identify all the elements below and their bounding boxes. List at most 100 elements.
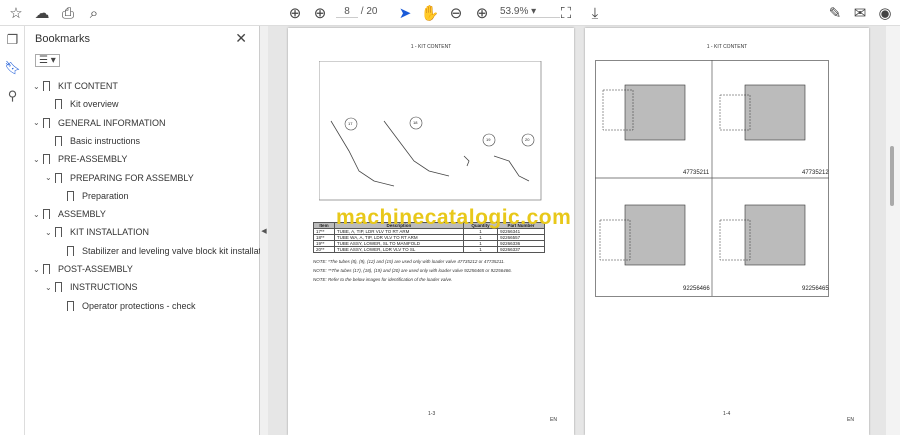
valve-label-3: 92256466 bbox=[683, 286, 710, 292]
upload-cloud-icon[interactable]: ☁ bbox=[32, 3, 52, 23]
page-footer-lang: EN bbox=[847, 417, 854, 423]
valve-label-4: 92256465 bbox=[802, 286, 829, 292]
bookmark-item[interactable]: ⌄ KIT INSTALLATION bbox=[45, 227, 150, 238]
page-number-input[interactable] bbox=[336, 6, 358, 18]
bookmarks-icon[interactable]: 🔖︎ bbox=[0, 54, 25, 82]
page-header: 1 - KIT CONTENT bbox=[706, 44, 748, 50]
chevron-down-icon[interactable]: ⌄ bbox=[33, 210, 43, 219]
bookmark-label: GENERAL INFORMATION bbox=[58, 117, 166, 128]
page-total: / 20 bbox=[360, 6, 378, 17]
bookmark-item[interactable]: Basic instructions bbox=[45, 135, 141, 146]
bookmark-label: Stabilizer and leveling valve block kit … bbox=[82, 245, 274, 256]
collapse-panel-handle[interactable]: ◀ bbox=[260, 26, 268, 435]
bookmark-label: POST-ASSEMBLY bbox=[58, 264, 133, 274]
scroll-mode-icon[interactable]: ⤓ bbox=[585, 3, 605, 23]
print-icon[interactable]: ⎙ bbox=[58, 3, 78, 23]
bookmark-star-icon[interactable]: ☆ bbox=[6, 3, 26, 23]
zoom-select[interactable]: 53.9% ▾ bbox=[500, 6, 560, 18]
valve-images-grid bbox=[595, 60, 829, 297]
bookmark-icon bbox=[55, 99, 62, 110]
chevron-down-icon[interactable]: ⌄ bbox=[45, 173, 55, 182]
bookmark-label: KIT INSTALLATION bbox=[70, 227, 150, 238]
page-footer: 1-4 bbox=[723, 411, 731, 417]
bookmark-item[interactable]: ⌄ KIT CONTENT bbox=[33, 81, 118, 91]
bookmark-icon bbox=[43, 117, 50, 128]
table-cell: TUBE ASSY, LOWER, LDR VLV TO SL bbox=[333, 246, 464, 253]
bookmark-item[interactable]: ⌄ ASSEMBLY bbox=[33, 209, 106, 220]
callout-19: 19 bbox=[486, 137, 491, 142]
bookmark-label: Kit overview bbox=[70, 99, 119, 110]
sign-icon[interactable]: ✎ bbox=[825, 3, 845, 23]
attachment-icon[interactable]: ⚲ bbox=[0, 82, 25, 110]
chevron-down-icon[interactable]: ⌄ bbox=[33, 82, 43, 91]
fit-page-icon[interactable]: ⛶ bbox=[556, 3, 576, 23]
bookmark-label: PREPARING FOR ASSEMBLY bbox=[70, 172, 194, 183]
bookmark-item[interactable]: ⌄ INSTRUCTIONS bbox=[45, 282, 138, 293]
bookmark-icon bbox=[43, 209, 50, 220]
table-row: 20** TUBE ASSY, LOWER, LDR VLV TO SL 1 9226… bbox=[313, 246, 545, 253]
bookmark-label: Preparation bbox=[82, 190, 129, 201]
chevron-down-icon[interactable]: ⌄ bbox=[33, 118, 43, 127]
page-header: 1 - KIT CONTENT bbox=[410, 44, 452, 50]
chevron-down-icon[interactable]: ⌄ bbox=[45, 283, 55, 292]
bookmark-label: INSTRUCTIONS bbox=[70, 282, 138, 293]
bookmark-icon bbox=[67, 300, 74, 311]
bookmark-icon bbox=[55, 282, 62, 293]
note-1: NOTE: *The tubes (8), (9), (12) and (15)… bbox=[313, 259, 505, 264]
toolbar: ☆ ☁ ⎙ ⌕ ⊕ ⊕ / 20 ➤ ✋ ⊖ ⊕ 53.9% ▾ ⛶ ⤓ ✎ ✉… bbox=[0, 0, 900, 26]
page-1-3: 1 - KIT CONTENT 17 18 19 20 Item Descript… bbox=[288, 28, 574, 435]
bookmark-label: Basic instructions bbox=[70, 135, 141, 146]
callout-18: 18 bbox=[413, 120, 418, 125]
bookmark-item[interactable]: Stabilizer and leveling valve block kit … bbox=[57, 245, 274, 256]
tubes-illustration bbox=[319, 61, 542, 201]
hand-tool-icon[interactable]: ✋ bbox=[420, 3, 440, 23]
watermark: machinecatalogic.com bbox=[336, 206, 572, 229]
left-rail: ❐ 🔖︎ ⚲ bbox=[0, 26, 25, 435]
bookmark-item[interactable]: Operator protections - check bbox=[57, 300, 196, 311]
bookmarks-panel: Bookmarks ✕ ☰ ▾ ⌄ KIT CONTENT Kit overview… bbox=[25, 26, 273, 435]
page-footer: 1-3 bbox=[428, 411, 436, 417]
bookmark-label: PRE-ASSEMBLY bbox=[58, 154, 128, 165]
table-cell: 92266337 bbox=[497, 246, 545, 253]
previous-page-button[interactable]: ⊕ bbox=[285, 3, 305, 23]
bookmark-icon bbox=[55, 172, 62, 183]
bookmark-label: Operator protections - check bbox=[82, 300, 196, 311]
zoom-value: 53.9% bbox=[500, 6, 529, 17]
vertical-scrollbar[interactable] bbox=[886, 26, 900, 435]
close-icon[interactable]: ✕ bbox=[235, 30, 247, 47]
page-1-4: 1 - KIT CONTENT 47735211 47735212 922564… bbox=[585, 28, 869, 435]
search-icon[interactable]: ⌕ bbox=[84, 3, 104, 23]
scrollbar-thumb[interactable] bbox=[890, 146, 894, 206]
pages-thumbnail-icon[interactable]: ❐ bbox=[0, 26, 25, 54]
bookmark-icon bbox=[55, 227, 62, 238]
bookmark-icon bbox=[43, 154, 50, 165]
bookmark-options-button[interactable]: ☰ ▾ bbox=[35, 54, 60, 67]
zoom-in-button[interactable]: ⊕ bbox=[472, 3, 492, 23]
chevron-down-icon[interactable]: ⌄ bbox=[45, 228, 55, 237]
bookmark-item[interactable]: ⌄ PREPARING FOR ASSEMBLY bbox=[45, 172, 194, 183]
table-cell: 1 bbox=[462, 246, 499, 253]
bookmark-item[interactable]: ⌄ GENERAL INFORMATION bbox=[33, 117, 166, 128]
bookmark-item[interactable]: ⌄ POST-ASSEMBLY bbox=[33, 264, 133, 274]
callout-17: 17 bbox=[348, 121, 353, 126]
bookmark-icon bbox=[67, 190, 74, 201]
select-cursor-icon[interactable]: ➤ bbox=[395, 3, 415, 23]
chevron-down-icon[interactable]: ⌄ bbox=[33, 155, 43, 164]
mail-icon[interactable]: ✉ bbox=[850, 3, 870, 23]
bookmark-icon bbox=[43, 264, 50, 274]
bookmark-label: KIT CONTENT bbox=[58, 81, 118, 91]
bookmark-icon bbox=[43, 81, 50, 91]
valve-label-2: 47735212 bbox=[802, 170, 829, 176]
bookmark-item[interactable]: Preparation bbox=[57, 190, 129, 201]
chevron-down-icon[interactable]: ⌄ bbox=[33, 265, 43, 274]
bookmark-item[interactable]: Kit overview bbox=[45, 99, 119, 110]
next-page-button[interactable]: ⊕ bbox=[310, 3, 330, 23]
table-cell: 20** bbox=[313, 246, 335, 253]
account-icon[interactable]: ◉ bbox=[875, 3, 895, 23]
valve-label-1: 47735211 bbox=[683, 170, 710, 176]
bookmark-icon bbox=[67, 245, 74, 256]
zoom-out-button[interactable]: ⊖ bbox=[446, 3, 466, 23]
note-3: NOTE: Refer to the below images for iden… bbox=[313, 277, 453, 282]
bookmarks-title: Bookmarks bbox=[35, 33, 91, 45]
bookmark-item[interactable]: ⌄ PRE-ASSEMBLY bbox=[33, 154, 128, 165]
